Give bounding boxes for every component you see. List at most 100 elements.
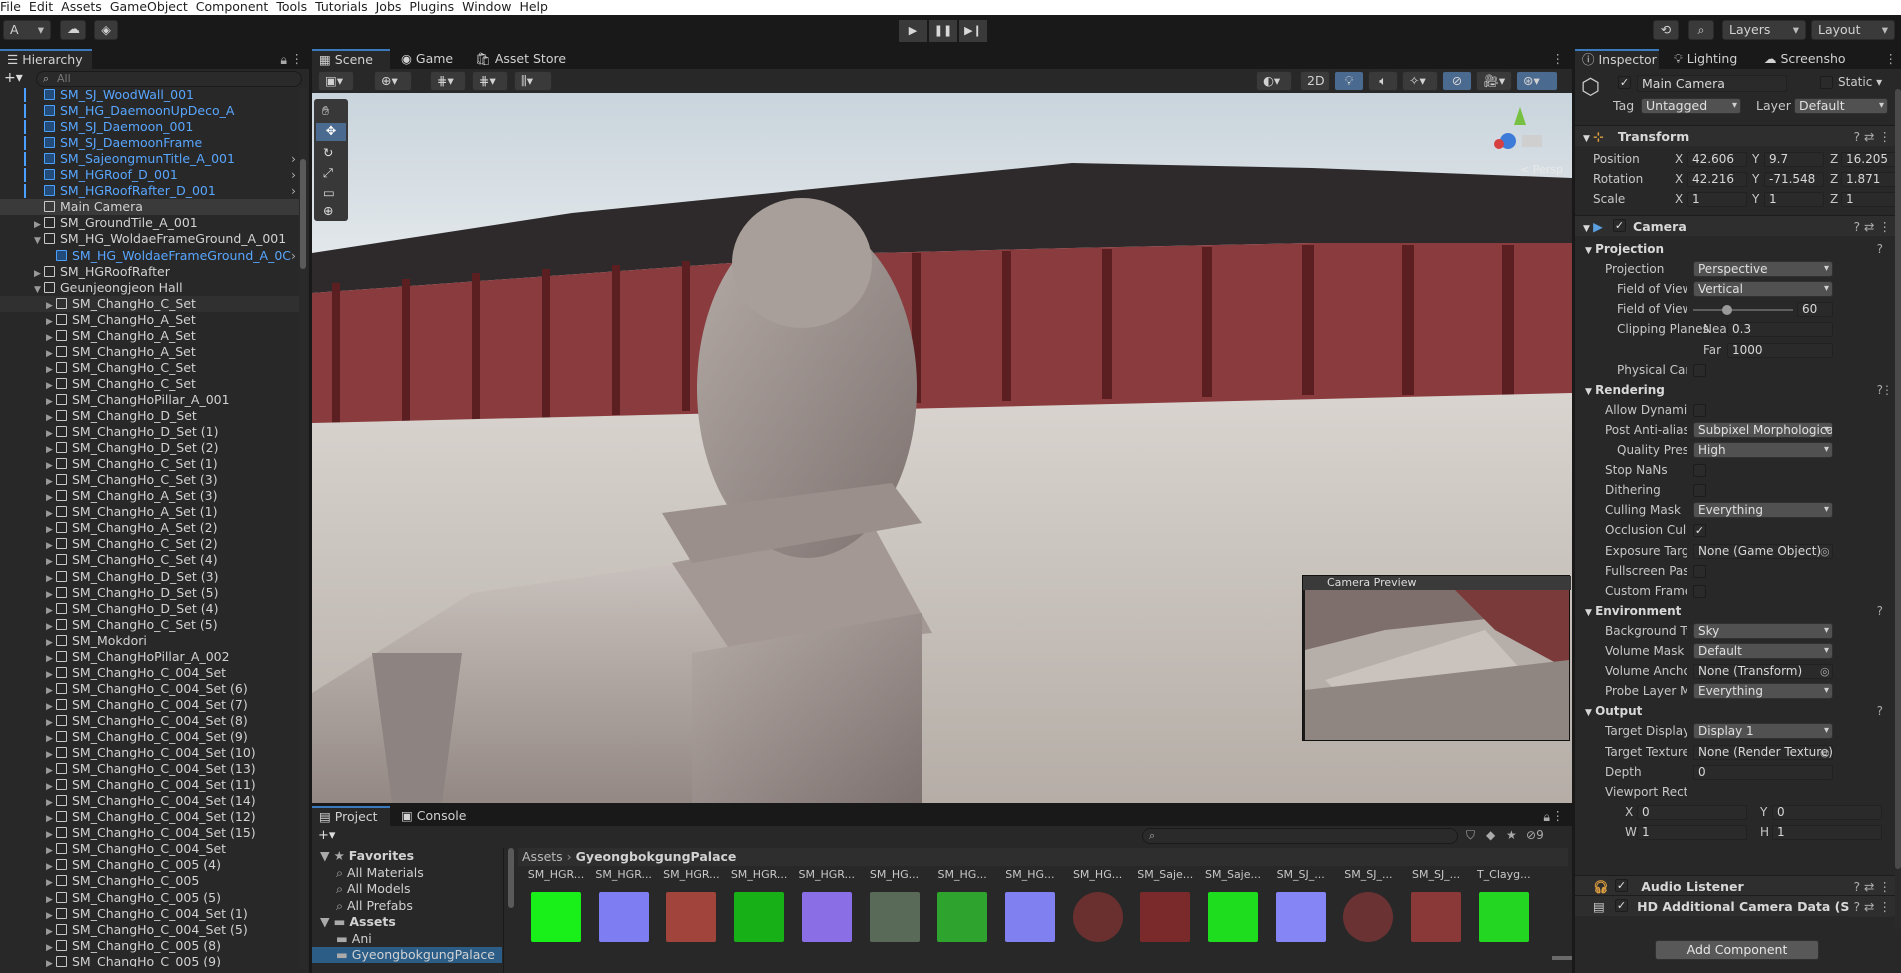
property-checkbox[interactable]	[1693, 363, 1706, 377]
hierarchy-row[interactable]: SM_SJ_Daemoon_001	[0, 119, 300, 135]
audio-enabled-checkbox[interactable]: ✓	[1615, 879, 1628, 892]
scale-x-field[interactable]: 1	[1687, 192, 1747, 207]
hierarchy-row[interactable]: ▶ SM_ChangHo_C_Set	[0, 376, 300, 392]
property-dropdown[interactable]: Display 1	[1693, 723, 1833, 740]
property-checkbox[interactable]: ✓	[1693, 524, 1706, 538]
property-dropdown[interactable]: Sky	[1693, 622, 1833, 639]
component-menu-icon[interactable]: ? ⇄ ⋮	[1853, 876, 1891, 897]
scrollbar-thumb[interactable]	[300, 159, 306, 269]
tab-asset-store[interactable]: 🛍︎ Asset Store	[468, 49, 568, 69]
hierarchy-row[interactable]: ▶ SM_ChangHo_C_005 (4)	[0, 857, 300, 873]
asset-item[interactable]: SM_SJ_...	[1404, 868, 1468, 942]
hidden-count-badge[interactable]: ⊘9	[1526, 828, 1544, 842]
lock-icon[interactable]: 🔒︎	[280, 52, 287, 68]
hierarchy-row[interactable]: ▶ SM_ChangHo_C_004_Set (10)	[0, 745, 300, 761]
orientation-gizmo[interactable]: < Persp	[1486, 103, 1563, 183]
project-tree-item[interactable]: ⌕ All Models	[312, 881, 502, 897]
hierarchy-row[interactable]: SM_SajeongmunTitle_A_001 ›	[0, 151, 300, 167]
hierarchy-row[interactable]: ▶ SM_ChangHo_C_Set	[0, 360, 300, 376]
label-icon[interactable]: ◆	[1486, 828, 1495, 842]
hierarchy-row[interactable]: ▶ SM_ChangHo_C_Set	[0, 295, 300, 312]
hierarchy-row[interactable]: ▶ SM_ChangHo_C_Set (3)	[0, 472, 300, 488]
menu-item-component[interactable]: Component	[192, 0, 273, 15]
favorite-icon[interactable]: ★	[1506, 828, 1517, 842]
tab-lighting[interactable]: 💡︎ Lighting	[1667, 49, 1749, 69]
help-icon[interactable]: ?	[1877, 241, 1883, 258]
hierarchy-row[interactable]: ▶ SM_HGRoofRafter	[0, 264, 300, 280]
asset-item[interactable]: SM_Saje...	[1133, 868, 1197, 942]
hierarchy-row[interactable]: ▶ SM_ChangHo_C_004_Set (7)	[0, 697, 300, 713]
rotation-y-field[interactable]: -71.548	[1764, 172, 1824, 187]
cloud-icon[interactable]: ☁	[60, 20, 86, 40]
x-axis-cone[interactable]	[1494, 139, 1504, 149]
open-prefab-icon[interactable]: ›	[291, 167, 296, 183]
far-field[interactable]: 1000	[1727, 342, 1833, 358]
hierarchy-row[interactable]: ▶ SM_ChangHo_A_Set	[0, 328, 300, 344]
hierarchy-row[interactable]: ▶ SM_ChangHo_C_005	[0, 873, 300, 889]
hierarchy-row[interactable]: ▶ SM_ChangHo_C_005 (9)	[0, 954, 300, 967]
hd-camera-data-header[interactable]: ▤ ✓ HD Additional Camera Data (Scrip ? ⇄…	[1575, 895, 1901, 917]
menu-item-help[interactable]: Help	[515, 0, 552, 15]
hierarchy-scrollbar[interactable]	[299, 89, 307, 969]
hierarchy-row[interactable]: ▶ SM_ChangHo_D_Set (1)	[0, 424, 300, 440]
section-header[interactable]: ▼ Rendering	[1585, 382, 1665, 401]
play-button[interactable]: ▶	[899, 20, 927, 42]
object-picker-icon[interactable]: ◎	[1820, 663, 1830, 680]
property-dropdown[interactable]: Vertical	[1693, 281, 1833, 298]
menu-item-window[interactable]: Window	[458, 0, 515, 15]
hierarchy-row[interactable]: ▶ SM_ChangHo_C_004_Set (5)	[0, 922, 300, 938]
hierarchy-row[interactable]: Main Camera	[0, 199, 300, 216]
pivot-dropdown[interactable]: ⫼▾	[514, 71, 552, 91]
filter-icon[interactable]: ⛉	[1466, 828, 1475, 843]
draw-mode-dropdown[interactable]: ▣▾	[318, 71, 354, 91]
menu-item-file[interactable]: File	[0, 0, 25, 15]
layout-dropdown[interactable]: Layout	[1811, 20, 1895, 40]
audio-toggle-icon[interactable]: 🔈︎	[1368, 71, 1398, 91]
hierarchy-row[interactable]: ▶ SM_ChangHo_A_Set (2)	[0, 520, 300, 536]
menu-item-jobs[interactable]: Jobs	[372, 0, 406, 15]
create-asset-button[interactable]: +▾	[318, 828, 335, 843]
open-prefab-icon[interactable]: ›	[291, 183, 296, 199]
hierarchy-row[interactable]: ▶ SM_ChangHo_D_Set (2)	[0, 440, 300, 456]
hierarchy-row[interactable]: ▶ SM_ChangHo_D_Set (4)	[0, 601, 300, 617]
rect-h-field[interactable]: 1	[1772, 824, 1882, 840]
grid-snap-dropdown[interactable]: ⋕▾	[430, 71, 466, 91]
scrollbar-thumb[interactable]	[1895, 89, 1901, 869]
position-y-field[interactable]: 9.7	[1764, 152, 1824, 167]
transform-tool-icon[interactable]: ⊕	[323, 203, 333, 218]
asset-item[interactable]: SM_HG...	[998, 868, 1062, 942]
hierarchy-row[interactable]: ▶ SM_ChangHo_C_004_Set	[0, 665, 300, 681]
menu-item-plugins[interactable]: Plugins	[405, 0, 458, 15]
kebab-menu-icon[interactable]: ⋮	[1552, 808, 1565, 823]
asset-item[interactable]: SM_HG...	[930, 868, 994, 942]
property-checkbox[interactable]	[1693, 564, 1706, 578]
hierarchy-row[interactable]: ▶ SM_ChangHo_C_004_Set (11)	[0, 777, 300, 793]
hierarchy-search[interactable]: ⌕ All	[36, 71, 302, 87]
position-x-field[interactable]: 42.606	[1687, 152, 1747, 167]
pause-button[interactable]: ❚❚	[929, 20, 957, 42]
hierarchy-row[interactable]: SM_HG_WoldaeFrameGround_A_0C ›	[0, 248, 300, 264]
hierarchy-row[interactable]: SM_SJ_DaemoonFrame	[0, 135, 300, 151]
asset-item[interactable]: SM_HGR...	[795, 868, 859, 942]
zoom-slider[interactable]	[1552, 956, 1572, 960]
property-dropdown[interactable]: Perspective	[1693, 261, 1833, 278]
hierarchy-row[interactable]: ▼ Geunjeongjeon Hall	[0, 280, 300, 296]
object-picker-icon[interactable]: ◎	[1820, 744, 1830, 761]
add-component-button[interactable]: Add Component	[1655, 940, 1819, 960]
persp-label[interactable]: < Persp	[1520, 163, 1563, 176]
rotate-tool-icon[interactable]: ↻	[323, 145, 333, 160]
fov-field[interactable]: 60	[1797, 302, 1833, 318]
scene-viewport[interactable]: ✋︎ ✥ ↻ ⤢ ▭ ⊕ < Persp Camera Preview	[312, 93, 1572, 803]
object-name-field[interactable]: Main Camera	[1637, 75, 1787, 92]
tree-scrollbar[interactable]	[508, 848, 514, 908]
hierarchy-row[interactable]: ▶ SM_ChangHo_C_004_Set (1)	[0, 906, 300, 922]
audio-listener-header[interactable]: 🎧︎ ✓ Audio Listener ? ⇄ ⋮	[1575, 875, 1901, 896]
center-cube[interactable]	[1522, 135, 1542, 147]
camera-header[interactable]: ▼ ▶ ✓ Camera ? ⇄ ⋮	[1575, 215, 1901, 236]
asset-item[interactable]: SM_HGR...	[592, 868, 656, 942]
object-picker-icon[interactable]: ◎	[1820, 543, 1830, 560]
component-menu-icon[interactable]: ? ⇄ ⋮	[1853, 126, 1891, 147]
position-z-field[interactable]: 16.205	[1841, 152, 1897, 167]
hierarchy-row[interactable]: ▶ SM_ChangHo_C_004_Set (6)	[0, 681, 300, 697]
near-field[interactable]: 0.3	[1727, 322, 1833, 338]
